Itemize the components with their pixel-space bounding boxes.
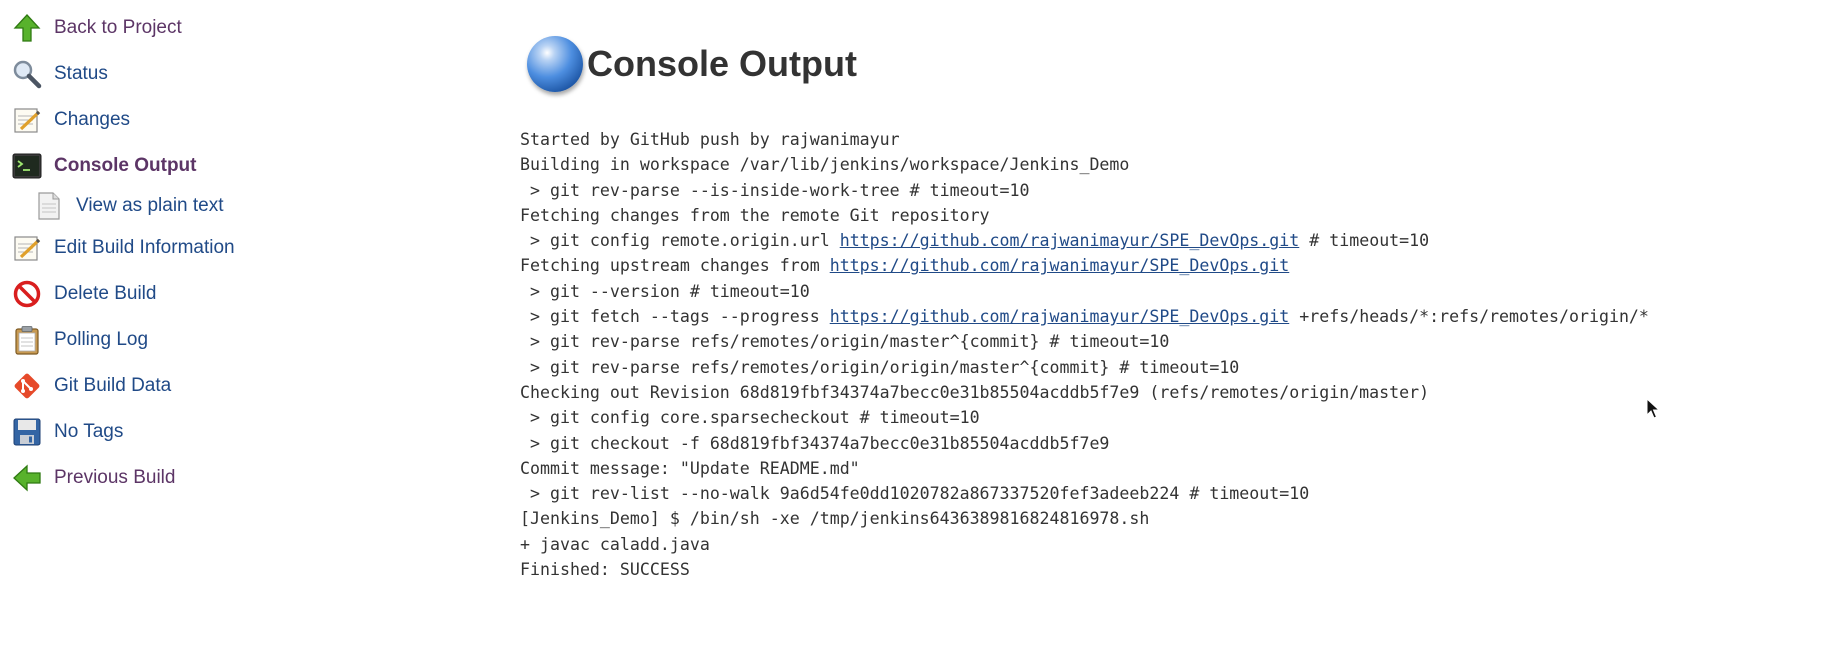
notepad-icon xyxy=(12,105,42,135)
sidebar-item-delete-build[interactable]: Delete Build xyxy=(12,274,156,314)
console-line: > git rev-list --no-walk 9a6d54fe0dd1020… xyxy=(520,484,1310,504)
sidebar-item-no-tags[interactable]: No Tags xyxy=(12,412,123,452)
console-line: Started by GitHub push by rajwanimayur xyxy=(520,130,900,149)
mouse-cursor-icon xyxy=(1646,398,1660,419)
page-title: Console Output xyxy=(587,43,857,84)
sidebar-item-label: View as plain text xyxy=(76,195,224,216)
magnifier-icon xyxy=(12,59,42,89)
console-line: > git config remote.origin.url https://g… xyxy=(520,228,1649,253)
sidebar-item-edit-build-information[interactable]: Edit Build Information xyxy=(12,228,235,268)
console-line: + javac caladd.java xyxy=(520,534,710,554)
sidebar-item-previous-build[interactable]: Previous Build xyxy=(12,458,175,498)
console-output-log: Started by GitHub push by rajwanimayur Bu… xyxy=(520,127,1649,582)
console-line-text: > git config remote.origin.url xyxy=(520,231,840,251)
console-line: > git checkout -f 68d819fbf34374a7becc0e… xyxy=(520,433,1110,453)
repo-url-link[interactable]: https://github.com/rajwanimayur/SPE_DevO… xyxy=(840,231,1300,250)
console-line: Fetching changes from the remote Git rep… xyxy=(520,205,990,225)
console-line: Finished: SUCCESS xyxy=(520,560,690,580)
sidebar-item-label: No Tags xyxy=(54,421,124,442)
console-line: > git --version # timeout=10 xyxy=(520,281,810,301)
console-line: Fetching upstream changes from https://g… xyxy=(520,253,1649,278)
sidebar-item-changes[interactable]: Changes xyxy=(12,100,130,140)
sidebar-item-polling-log[interactable]: Polling Log xyxy=(12,320,148,360)
no-entry-icon xyxy=(12,279,42,309)
sidebar-item-label: Console Output xyxy=(54,155,197,176)
console-line-text: +refs/heads/*:refs/remotes/origin/* xyxy=(1289,307,1649,327)
console-line-text: # timeout=10 xyxy=(1299,231,1430,251)
sidebar-item-back-to-project[interactable]: Back to Project xyxy=(12,8,182,48)
console-line: Building in workspace /var/lib/jenkins/w… xyxy=(520,155,1130,175)
repo-url-link[interactable]: https://github.com/rajwanimayur/SPE_DevO… xyxy=(830,256,1290,275)
console-line: > git rev-parse refs/remotes/origin/orig… xyxy=(520,357,1240,377)
console-line: [Jenkins_Demo] $ /bin/sh -xe /tmp/jenkin… xyxy=(520,509,1150,529)
clipboard-icon xyxy=(12,325,42,355)
left-arrow-icon xyxy=(12,463,42,493)
sidebar-item-git-build-data[interactable]: Git Build Data xyxy=(12,366,171,406)
sidebar-item-label: Delete Build xyxy=(54,283,157,304)
document-icon xyxy=(34,191,64,221)
sidebar-item-label: Previous Build xyxy=(54,467,176,488)
console-line: Checking out Revision 68d819fbf34374a7be… xyxy=(520,382,1430,402)
sidebar-item-status[interactable]: Status xyxy=(12,54,108,94)
console-line: Commit message: "Update README.md" xyxy=(520,458,860,478)
sidebar-item-label: Changes xyxy=(54,109,131,130)
console-line-text: > git fetch --tags --progress xyxy=(520,307,830,327)
console-line: > git rev-parse --is-inside-work-tree # … xyxy=(520,180,1030,200)
floppy-disk-icon xyxy=(12,417,42,447)
sidebar-item-label: Git Build Data xyxy=(54,375,172,396)
jenkins-console-page: Back to Project Status Changes Console O… xyxy=(0,0,1825,647)
console-line: > git fetch --tags --progress https://gi… xyxy=(520,304,1649,329)
sidebar-item-view-as-plain-text[interactable]: View as plain text xyxy=(34,186,224,226)
page-heading: Console Output xyxy=(527,36,857,92)
console-line: > git config core.sparsecheckout # timeo… xyxy=(520,408,980,428)
terminal-icon xyxy=(12,151,42,181)
git-icon xyxy=(12,371,42,401)
console-line: > git rev-parse refs/remotes/origin/mast… xyxy=(520,332,1170,352)
sidebar-item-console-output[interactable]: Console Output xyxy=(12,146,196,186)
repo-url-link[interactable]: https://github.com/rajwanimayur/SPE_DevO… xyxy=(830,307,1290,326)
up-arrow-icon xyxy=(12,13,42,43)
sidebar-item-label: Back to Project xyxy=(54,17,182,38)
notepad-pencil-icon xyxy=(12,233,42,263)
console-line-text: Fetching upstream changes from xyxy=(520,256,830,276)
sidebar-item-label: Edit Build Information xyxy=(54,237,235,258)
sidebar-item-label: Status xyxy=(54,63,108,84)
sidebar-item-label: Polling Log xyxy=(54,329,149,350)
globe-icon xyxy=(527,36,583,92)
